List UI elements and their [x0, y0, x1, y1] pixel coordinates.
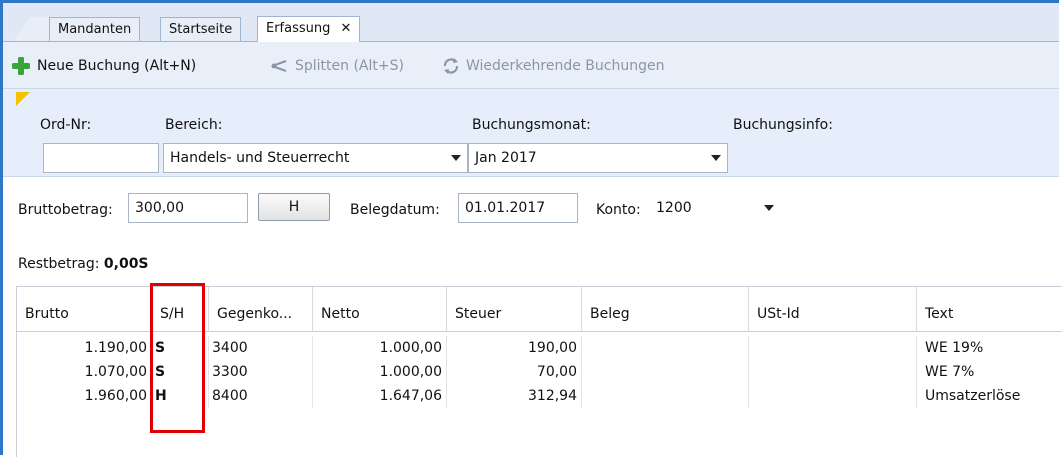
soll-haben-button[interactable]: H: [258, 193, 330, 221]
buchungsmonat-label: Buchungsmonat:: [472, 117, 591, 133]
cell-beleg: [582, 360, 749, 384]
cell-netto: 1.000,00: [313, 360, 447, 384]
close-icon[interactable]: ✕: [341, 21, 352, 36]
cell-steuer: 190,00: [447, 336, 582, 360]
sh-column-highlight: [150, 283, 205, 433]
belegdatum-input[interactable]: 01.01.2017: [458, 193, 578, 223]
cell-beleg: [582, 336, 749, 360]
cell-netto: 1.647,06: [313, 384, 447, 408]
split-button[interactable]: Splitten (Alt+S): [271, 55, 404, 77]
restbetrag: Restbetrag: 0,00S: [18, 256, 149, 272]
bereich-label: Bereich:: [165, 117, 223, 133]
bruttobetrag-input[interactable]: 300,00: [128, 193, 248, 223]
column-header-ustid[interactable]: USt-Id: [749, 287, 917, 331]
add-icon: [12, 57, 30, 75]
konto-value: 1200: [656, 200, 692, 216]
chevron-down-icon[interactable]: [711, 155, 721, 161]
tab-label: Startseite: [169, 22, 233, 37]
cell-text: WE 19%: [925, 340, 984, 356]
cell-steuer: 312,94: [447, 384, 582, 408]
column-header-netto[interactable]: Netto: [313, 287, 447, 331]
recurring-label: Wiederkehrende Buchungen: [466, 58, 665, 74]
recurring-icon: [443, 58, 459, 74]
cell-brutto: 1.960,00: [17, 384, 152, 408]
pencil-icon: [16, 92, 30, 106]
cell-steuer: 70,00: [447, 360, 582, 384]
cell-brutto: 1.190,00: [17, 336, 152, 360]
buchungsmonat-value: Jan 2017: [475, 150, 537, 166]
tab-startseite[interactable]: Startseite: [160, 17, 242, 41]
tab-label: Erfassung: [266, 21, 331, 36]
column-header-text[interactable]: Text: [917, 287, 1062, 331]
konto-label: Konto:: [596, 202, 641, 218]
cell-brutto: 1.070,00: [17, 360, 152, 384]
cell-gegenkonto: 3300: [209, 360, 313, 384]
bruttobetrag-label: Bruttobetrag:: [18, 202, 113, 218]
cell-netto: 1.000,00: [313, 336, 447, 360]
cell-gegenkonto: 8400: [209, 384, 313, 408]
tab-mandanten[interactable]: Mandanten: [49, 17, 141, 41]
new-booking-button[interactable]: Neue Buchung (Alt+N): [11, 55, 196, 77]
konto-select[interactable]: 1200: [656, 193, 782, 223]
ord-nr-input[interactable]: [43, 143, 159, 173]
buchungsmonat-select[interactable]: Jan 2017: [468, 143, 728, 173]
buchungsinfo-label: Buchungsinfo:: [733, 117, 833, 133]
ord-nr-label: Ord-Nr:: [40, 117, 92, 133]
tab-erfassung[interactable]: Erfassung ✕: [257, 16, 361, 42]
recurring-bookings-button[interactable]: Wiederkehrende Buchungen: [442, 55, 664, 77]
cell-beleg: [582, 384, 749, 408]
chevron-down-icon[interactable]: [451, 155, 461, 161]
restbetrag-value: 0,00S: [103, 256, 149, 272]
chevron-down-icon[interactable]: [764, 205, 774, 211]
column-header-gegenkonto[interactable]: Gegenko...: [209, 287, 313, 331]
column-header-steuer[interactable]: Steuer: [447, 287, 582, 331]
tab-label: Mandanten: [58, 22, 132, 37]
cell-text: WE 7%: [925, 364, 975, 380]
cell-text: Umsatzerlöse: [925, 388, 1021, 404]
toolbar: Neue Buchung (Alt+N) Splitten (Alt+S) Wi…: [3, 42, 1059, 89]
tab-bar: Mandanten Startseite Erfassung ✕: [3, 3, 1059, 42]
cell-ustid: [749, 360, 917, 384]
cell-gegenkonto: 3400: [209, 336, 313, 360]
column-header-beleg[interactable]: Beleg: [582, 287, 749, 331]
column-header-brutto[interactable]: Brutto: [17, 287, 152, 331]
bereich-select[interactable]: Handels- und Steuerrecht: [163, 143, 468, 173]
cell-ustid: [749, 336, 917, 360]
restbetrag-label: Restbetrag:: [18, 256, 100, 272]
split-label: Splitten (Alt+S): [295, 58, 404, 74]
new-booking-label: Neue Buchung (Alt+N): [37, 58, 197, 74]
cell-ustid: [749, 384, 917, 408]
bereich-value: Handels- und Steuerrecht: [170, 150, 350, 166]
belegdatum-label: Belegdatum:: [350, 202, 440, 218]
split-icon: [271, 60, 287, 72]
